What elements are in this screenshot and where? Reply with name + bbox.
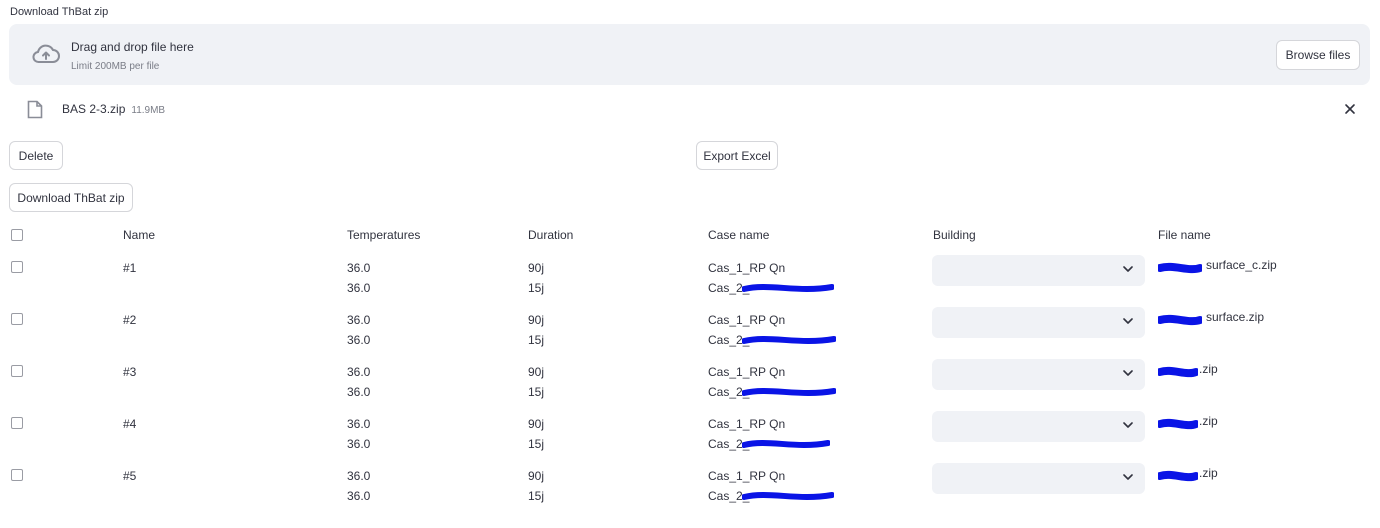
browse-files-button[interactable]: Browse files — [1276, 40, 1360, 70]
row-file-name: .zip — [1199, 414, 1218, 428]
chevron-down-icon — [1123, 318, 1133, 324]
duration-value: 15j — [528, 489, 545, 503]
redaction-mark — [742, 284, 834, 292]
redaction-mark — [1158, 418, 1198, 430]
temperature-value: 36.0 — [347, 417, 371, 431]
row-temperatures: 36.0 36.0 — [347, 258, 370, 298]
column-header-file-name: File name — [1158, 228, 1211, 242]
file-icon — [27, 100, 43, 119]
uploaded-file: BAS 2-3.zip 11.9MB — [9, 94, 1370, 126]
duration-value: 15j — [528, 385, 545, 399]
row-file-name: .zip — [1199, 466, 1218, 480]
chevron-down-icon — [1123, 422, 1133, 428]
row-checkbox[interactable] — [11, 417, 23, 429]
temperature-value: 36.0 — [347, 365, 371, 379]
case-name-value: Cas_1_RP Qn — [708, 313, 786, 327]
redaction-mark — [1158, 470, 1198, 482]
row-duration: 90j 15j — [528, 258, 544, 298]
row-name: #5 — [123, 469, 137, 483]
building-select[interactable] — [932, 359, 1145, 390]
building-select[interactable] — [932, 411, 1145, 442]
row-name: #1 — [123, 261, 137, 275]
duration-value: 90j — [528, 365, 545, 379]
export-excel-button[interactable]: Export Excel — [696, 141, 778, 170]
row-temperatures: 36.0 36.0 — [347, 414, 370, 454]
column-header-duration: Duration — [528, 228, 574, 242]
chevron-down-icon — [1123, 370, 1133, 376]
table-row: #4 36.0 36.0 90j 15j Cas_1_RP Qn Cas_2_ — [0, 411, 1380, 464]
row-duration: 90j 15j — [528, 362, 544, 402]
row-name: #4 — [123, 417, 137, 431]
redaction-mark — [742, 388, 836, 396]
row-file-name: surface_c.zip — [1206, 258, 1277, 272]
temperature-value: 36.0 — [347, 469, 371, 483]
temperature-value: 36.0 — [347, 261, 371, 275]
duration-value: 90j — [528, 469, 545, 483]
duration-value: 90j — [528, 417, 545, 431]
close-icon[interactable] — [1342, 101, 1358, 117]
temperature-value: 36.0 — [347, 313, 371, 327]
row-checkbox[interactable] — [11, 261, 23, 273]
download-thbat-zip-button[interactable]: Download ThBat zip — [9, 183, 133, 212]
row-name: #2 — [123, 313, 137, 327]
temperature-value: 36.0 — [347, 437, 371, 451]
column-header-name: Name — [123, 228, 156, 242]
row-duration: 90j 15j — [528, 414, 544, 454]
file-dropzone[interactable]: Drag and drop file here Limit 200MB per … — [9, 24, 1370, 85]
duration-value: 15j — [528, 437, 545, 451]
chevron-down-icon — [1123, 266, 1133, 272]
column-header-building: Building — [933, 228, 976, 242]
row-temperatures: 36.0 36.0 — [347, 310, 370, 350]
column-header-temperatures: Temperatures — [347, 228, 421, 242]
delete-button[interactable]: Delete — [9, 141, 63, 170]
redaction-mark — [1158, 262, 1202, 274]
row-file-name: .zip — [1199, 362, 1218, 376]
temperature-value: 36.0 — [347, 281, 371, 295]
building-select[interactable] — [932, 255, 1145, 286]
select-all-checkbox[interactable] — [11, 229, 23, 241]
row-duration: 90j 15j — [528, 466, 544, 506]
dropzone-title: Drag and drop file here — [71, 40, 194, 54]
redaction-mark — [1158, 366, 1198, 378]
duration-value: 90j — [528, 313, 545, 327]
row-temperatures: 36.0 36.0 — [347, 362, 370, 402]
uploaded-file-size: 11.9MB — [131, 105, 166, 116]
redaction-mark — [742, 492, 834, 500]
table-row: #2 36.0 36.0 90j 15j Cas_1_RP Qn Cas_2_ — [0, 307, 1380, 360]
redaction-mark — [742, 440, 830, 448]
building-select[interactable] — [932, 307, 1145, 338]
duration-value: 15j — [528, 281, 545, 295]
uploaded-file-name: BAS 2-3.zip 11.9MB — [62, 102, 166, 116]
row-checkbox[interactable] — [11, 313, 23, 325]
row-checkbox[interactable] — [11, 365, 23, 377]
column-header-case-name: Case name — [708, 228, 770, 242]
case-name-value: Cas_1_RP Qn — [708, 261, 786, 275]
table-row: #3 36.0 36.0 90j 15j Cas_1_RP Qn Cas_2_ — [0, 359, 1380, 412]
chevron-down-icon — [1123, 474, 1133, 480]
redaction-mark — [1158, 314, 1202, 326]
row-checkbox[interactable] — [11, 469, 23, 481]
duration-value: 15j — [528, 333, 545, 347]
row-file-name: surface.zip — [1206, 310, 1265, 324]
row-temperatures: 36.0 36.0 — [347, 466, 370, 506]
duration-value: 90j — [528, 261, 545, 275]
case-name-value: Cas_1_RP Qn — [708, 365, 786, 379]
case-name-value: Cas_1_RP Qn — [708, 417, 786, 431]
table-row: #1 36.0 36.0 90j 15j Cas_1_RP Qn Cas_2_ — [0, 255, 1380, 308]
temperature-value: 36.0 — [347, 333, 371, 347]
temperature-value: 36.0 — [347, 489, 371, 503]
dropzone-limit: Limit 200MB per file — [71, 61, 160, 72]
temperature-value: 36.0 — [347, 385, 371, 399]
case-name-value: Cas_1_RP Qn — [708, 469, 786, 483]
row-duration: 90j 15j — [528, 310, 544, 350]
row-name: #3 — [123, 365, 137, 379]
cloud-upload-icon — [32, 44, 60, 63]
building-select[interactable] — [932, 463, 1145, 494]
uploader-label: Download ThBat zip — [10, 6, 109, 18]
redaction-mark — [742, 336, 836, 344]
table-row: #5 36.0 36.0 90j 15j Cas_1_RP Qn Cas_2_ — [0, 463, 1380, 516]
